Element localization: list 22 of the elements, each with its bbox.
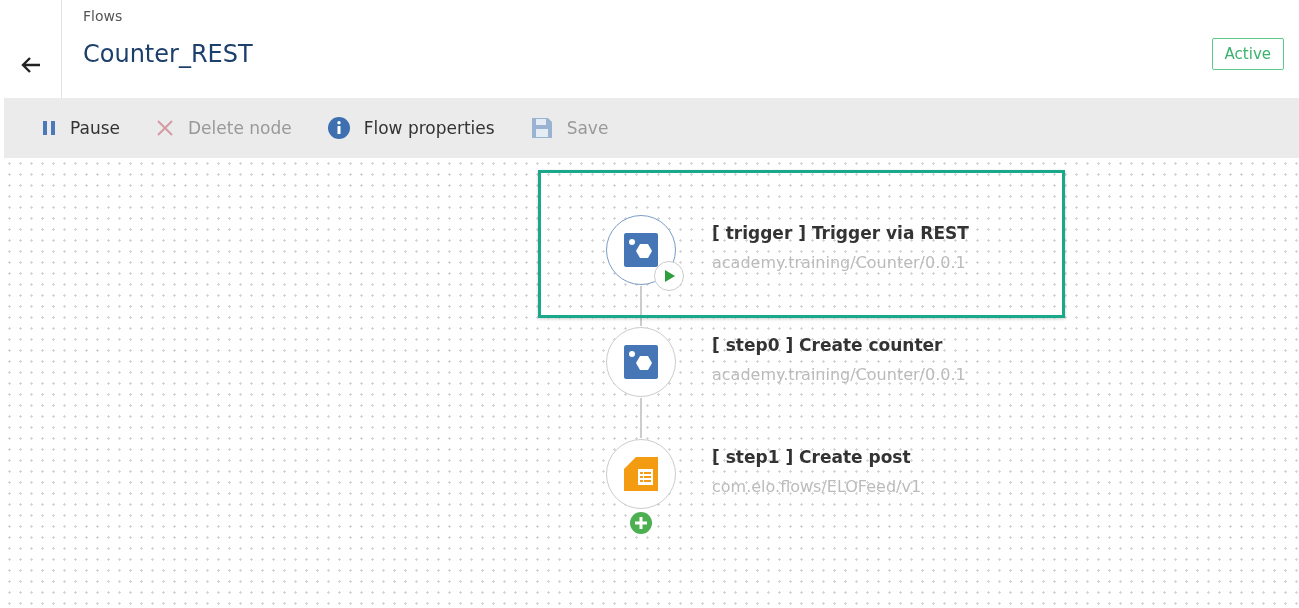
flow-node[interactable] [606, 215, 676, 285]
hexagon-tile-icon [624, 233, 658, 267]
breadcrumb-link[interactable]: Flows [83, 8, 123, 24]
status-badge: Active [1211, 38, 1284, 70]
add-node-button[interactable] [630, 512, 652, 534]
flow-title: Counter_REST [83, 40, 253, 68]
toolbar-button[interactable]: Pause [42, 118, 120, 138]
close-icon [156, 119, 174, 137]
node-source: academy.training/Counter/0.0.1 [712, 252, 967, 272]
pause-icon [42, 120, 56, 136]
toolbar-button[interactable]: Flow properties [327, 117, 495, 139]
back-arrow-icon [20, 56, 41, 74]
flow-node[interactable] [606, 439, 676, 509]
hexagon-tile-icon [624, 345, 658, 379]
info-icon [327, 117, 350, 139]
feed-post-icon [624, 457, 658, 491]
flow-node[interactable] [606, 327, 676, 397]
node-source: academy.training/Counter/0.0.1 [712, 364, 966, 384]
node-title: [ trigger ] Trigger via REST [712, 222, 969, 243]
node-source: com.elo.flows/ELOFeed/v1 [712, 476, 922, 496]
node-title: [ step0 ] Create counter [712, 334, 944, 355]
node-title: [ step1 ] Create post [712, 446, 912, 467]
